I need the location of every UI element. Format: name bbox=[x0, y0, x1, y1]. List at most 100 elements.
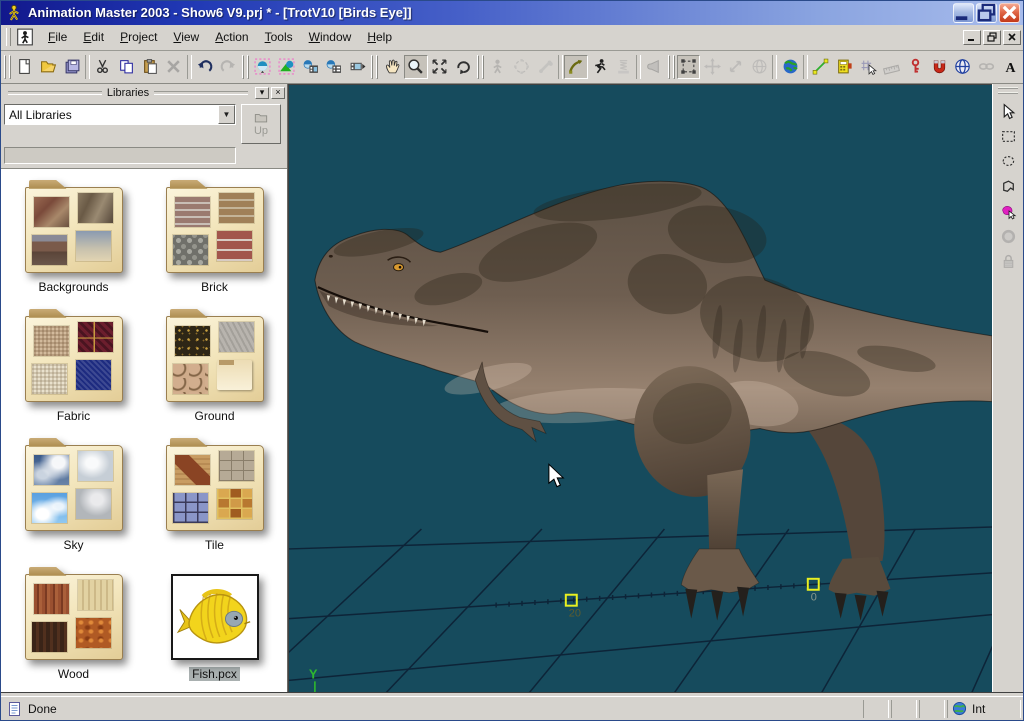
magnet-button[interactable] bbox=[927, 55, 951, 79]
library-dropdown[interactable]: All Libraries ▼ bbox=[4, 104, 236, 125]
world-button[interactable] bbox=[778, 55, 802, 79]
menu-item-project[interactable]: Project bbox=[112, 27, 165, 47]
folder-icon[interactable] bbox=[25, 437, 123, 531]
swatch-sw-wood-pale bbox=[78, 580, 113, 610]
menu-grip[interactable] bbox=[6, 28, 11, 46]
swatch-sw-weave-cream bbox=[32, 364, 67, 394]
toolbar-grip[interactable] bbox=[371, 55, 378, 79]
menu-item-help[interactable]: Help bbox=[359, 27, 400, 47]
save-button[interactable] bbox=[60, 55, 84, 79]
select-tool-button[interactable] bbox=[996, 100, 1020, 124]
library-item-backgrounds[interactable]: Backgrounds bbox=[3, 179, 144, 294]
cut-button[interactable] bbox=[91, 55, 115, 79]
library-item-label[interactable]: Tile bbox=[202, 538, 227, 552]
menu-item-view[interactable]: View bbox=[165, 27, 207, 47]
chevron-down-icon[interactable]: ▼ bbox=[218, 105, 235, 124]
turn-button[interactable] bbox=[451, 55, 475, 79]
folder-icon[interactable] bbox=[25, 179, 123, 273]
menu-item-action[interactable]: Action bbox=[207, 27, 256, 47]
library-item-label[interactable]: Fabric bbox=[54, 409, 93, 423]
panel-grip-line[interactable] bbox=[8, 91, 102, 95]
key-button[interactable] bbox=[904, 55, 928, 79]
copy-button[interactable] bbox=[115, 55, 139, 79]
play-animation-button[interactable] bbox=[346, 55, 370, 79]
viewport-canvas[interactable]: 200Y bbox=[289, 85, 992, 692]
status-zone-text: Int bbox=[972, 702, 985, 716]
library-item-label[interactable]: Brick bbox=[198, 280, 231, 294]
minimize-button[interactable] bbox=[953, 3, 974, 23]
library-item-brick[interactable]: Brick bbox=[144, 179, 285, 294]
zoom-button[interactable] bbox=[404, 55, 428, 79]
folder-icon[interactable] bbox=[166, 437, 264, 531]
viewport[interactable]: 200Y bbox=[288, 84, 992, 692]
library-item-sky[interactable]: Sky bbox=[3, 437, 144, 552]
open-button[interactable] bbox=[37, 55, 61, 79]
mdi-minimize-button[interactable] bbox=[963, 30, 981, 45]
image-thumbnail[interactable] bbox=[171, 566, 259, 660]
keyframe-button[interactable] bbox=[833, 55, 857, 79]
sculpt-button bbox=[510, 55, 534, 79]
bound-button[interactable] bbox=[677, 55, 701, 79]
lasso-icon bbox=[1000, 153, 1017, 170]
muscle-button[interactable] bbox=[564, 55, 588, 79]
patch-select-tool-button[interactable] bbox=[996, 175, 1020, 199]
palette-grip[interactable] bbox=[998, 87, 1018, 94]
library-item-ground[interactable]: Ground bbox=[144, 308, 285, 423]
folder-icon[interactable] bbox=[25, 566, 123, 660]
window-title: Animation Master 2003 - Show6 V9.prj * -… bbox=[28, 5, 412, 20]
render-preview-button[interactable] bbox=[251, 55, 275, 79]
grid-snap-button[interactable] bbox=[856, 55, 880, 79]
folder-icon[interactable] bbox=[166, 179, 264, 273]
render-animation-button[interactable] bbox=[322, 55, 346, 79]
mirror-icon bbox=[954, 58, 971, 75]
library-item-label[interactable]: Fish.pcx bbox=[189, 667, 240, 681]
zoom-fit-button[interactable] bbox=[428, 55, 452, 79]
new-icon bbox=[16, 58, 33, 75]
paste-button[interactable] bbox=[138, 55, 162, 79]
panel-pin-button[interactable]: ▾ bbox=[255, 87, 269, 99]
render-to-file-button[interactable] bbox=[298, 55, 322, 79]
render-lock-button[interactable] bbox=[275, 55, 299, 79]
panel-grip-line[interactable] bbox=[154, 91, 248, 95]
restore-button[interactable] bbox=[976, 3, 997, 23]
undo-button[interactable] bbox=[193, 55, 217, 79]
translate-button bbox=[700, 55, 724, 79]
toolbar-grip[interactable] bbox=[668, 55, 675, 79]
mdi-restore-button[interactable] bbox=[983, 30, 1001, 45]
new-button[interactable] bbox=[13, 55, 37, 79]
swatch-sw-cracked-earth bbox=[173, 364, 208, 394]
library-item-label[interactable]: Ground bbox=[191, 409, 237, 423]
library-item-label[interactable]: Sky bbox=[60, 538, 86, 552]
patch-select-icon bbox=[1000, 178, 1017, 195]
panel-close-button[interactable]: × bbox=[271, 87, 285, 99]
library-item-label[interactable]: Wood bbox=[55, 667, 92, 681]
library-item-label[interactable]: Backgrounds bbox=[35, 280, 111, 294]
group-pick-tool-button[interactable] bbox=[996, 200, 1020, 224]
font-button[interactable]: A bbox=[998, 55, 1022, 79]
swatch-sw-brick-wall bbox=[219, 193, 254, 223]
toolbar-grip[interactable] bbox=[477, 55, 484, 79]
library-item-tile[interactable]: Tile bbox=[144, 437, 285, 552]
library-item-fish-pcx[interactable]: Fish.pcx bbox=[144, 566, 285, 681]
folder-icon[interactable] bbox=[166, 308, 264, 402]
lasso-tool-button[interactable] bbox=[996, 150, 1020, 174]
spline-button[interactable] bbox=[809, 55, 833, 79]
toolbar-grip[interactable] bbox=[4, 55, 11, 79]
skeletal-button[interactable] bbox=[588, 55, 612, 79]
mirror-button[interactable] bbox=[951, 55, 975, 79]
close-button[interactable] bbox=[999, 3, 1020, 23]
menu-item-file[interactable]: File bbox=[40, 27, 75, 47]
rect-select-tool-button[interactable] bbox=[996, 125, 1020, 149]
toolbar-grip[interactable] bbox=[242, 55, 249, 79]
status-zone-pane: Int bbox=[947, 700, 1021, 718]
folder-icon[interactable] bbox=[25, 308, 123, 402]
library-item-wood[interactable]: Wood bbox=[3, 566, 144, 681]
menu-item-tools[interactable]: Tools bbox=[257, 27, 301, 47]
pan-button[interactable] bbox=[380, 55, 404, 79]
swatch-sw-tile-blue bbox=[173, 493, 208, 523]
menu-item-edit[interactable]: Edit bbox=[75, 27, 112, 47]
swatch-sw-denim bbox=[76, 360, 111, 390]
mdi-close-button[interactable] bbox=[1003, 30, 1021, 45]
library-item-fabric[interactable]: Fabric bbox=[3, 308, 144, 423]
menu-item-window[interactable]: Window bbox=[301, 27, 360, 47]
